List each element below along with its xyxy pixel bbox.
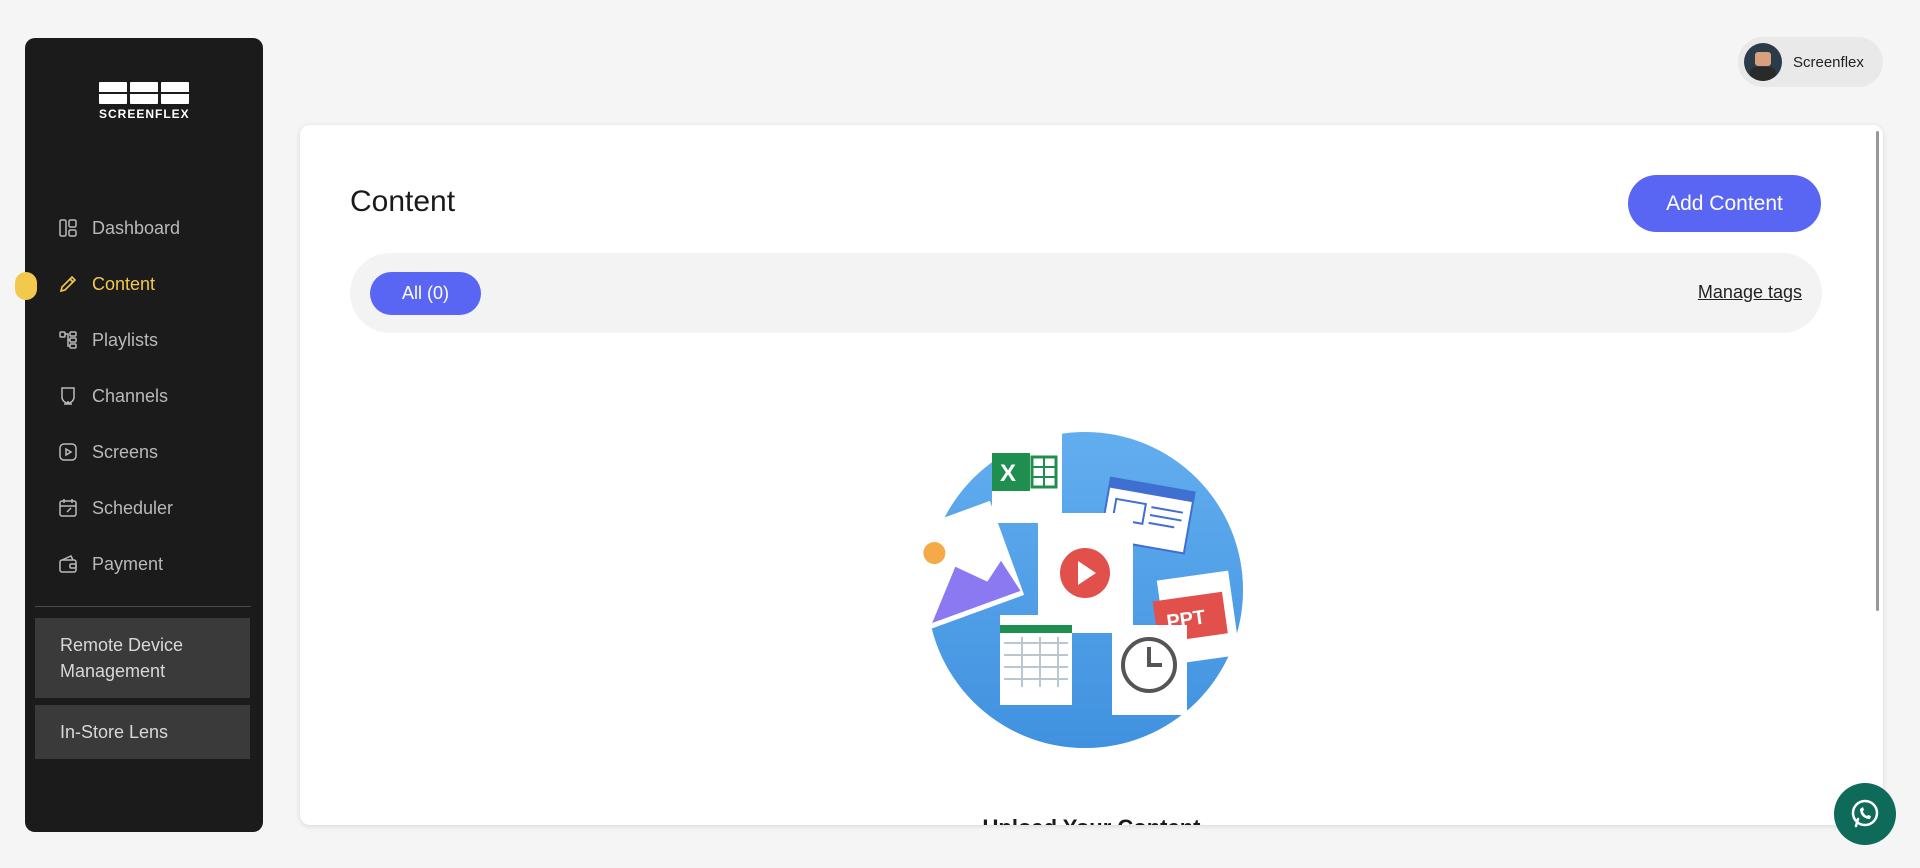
whatsapp-icon [1851, 799, 1879, 828]
logo-text: SCREENFLEX [99, 107, 190, 121]
empty-state-title: Upload Your Content [300, 815, 1883, 825]
sidebar-item-scheduler[interactable]: Scheduler [25, 480, 263, 536]
whatsapp-chat-button[interactable] [1834, 783, 1896, 845]
filter-all-pill[interactable]: All (0) [370, 272, 481, 315]
scrollbar[interactable] [1876, 131, 1879, 611]
user-menu[interactable]: Screenflex [1738, 37, 1883, 87]
sidebar-item-channels[interactable]: Channels [25, 368, 263, 424]
playlist-icon [58, 330, 78, 350]
content-panel: Content Add Content All (0) Manage tags … [300, 125, 1883, 825]
in-store-lens-button[interactable]: In-Store Lens [35, 705, 250, 759]
sidebar-item-label: Channels [92, 385, 169, 406]
sidebar-item-label: Screens [92, 441, 159, 462]
in-store-lens-label: In-Store Lens [60, 722, 169, 742]
svg-text:X: X [1000, 460, 1016, 487]
sidebar-item-label: Content [92, 273, 156, 294]
wallet-icon [58, 554, 78, 574]
sidebar-item-label: Dashboard [92, 217, 181, 238]
pencil-icon [58, 274, 78, 294]
sidebar-item-payment[interactable]: Payment [25, 536, 263, 592]
add-content-button[interactable]: Add Content [1628, 175, 1821, 232]
calendar-icon [58, 498, 78, 518]
sidebar-item-dashboard[interactable]: Dashboard [25, 200, 263, 256]
channel-icon [58, 386, 78, 406]
page-title: Content [350, 185, 456, 218]
user-name: Screenflex [1793, 53, 1864, 71]
sidebar-item-screens[interactable]: Screens [25, 424, 263, 480]
remote-device-management-button[interactable]: Remote Device Management [35, 618, 250, 698]
sidebar-item-label: Playlists [92, 329, 159, 350]
sidebar-item-label: Scheduler [92, 497, 174, 518]
sidebar-divider [35, 606, 251, 607]
filter-bar: All (0) Manage tags [350, 253, 1822, 333]
empty-content-illustration: X PPT [900, 432, 1243, 748]
screen-icon [58, 442, 78, 462]
manage-tags-link[interactable]: Manage tags [1698, 282, 1802, 303]
sidebar-item-content[interactable]: Content [15, 256, 263, 312]
screenflex-logo[interactable]: SCREENFLEX [99, 82, 189, 128]
sidebar-nav: Dashboard Content Playlists Channels Scr… [15, 200, 263, 592]
remote-device-management-label: Remote Device Management [60, 635, 184, 681]
sidebar-item-label: Payment [92, 553, 164, 574]
sidebar: SCREENFLEX Dashboard Content Playlists C… [15, 38, 263, 832]
dashboard-icon [58, 218, 78, 238]
avatar [1744, 43, 1782, 81]
sidebar-item-playlists[interactable]: Playlists [25, 312, 263, 368]
